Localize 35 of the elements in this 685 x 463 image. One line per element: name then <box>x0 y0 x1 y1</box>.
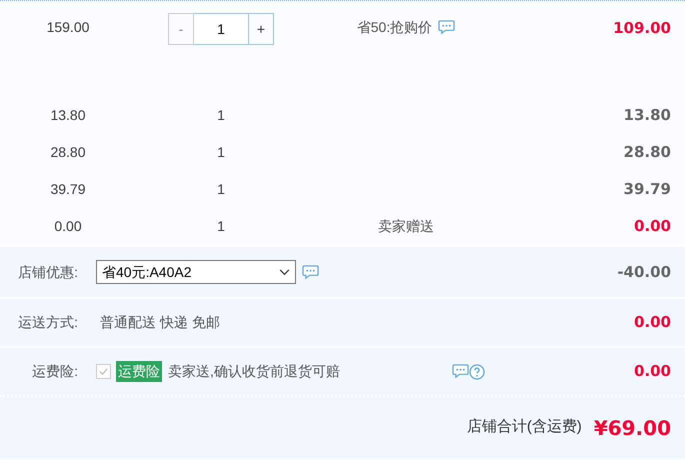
item-total: 0.00 <box>634 217 671 236</box>
quantity: 1 <box>217 180 225 199</box>
field-label: 店铺优惠: <box>18 264 78 280</box>
comment-icon <box>302 264 319 280</box>
coupon-select[interactable]: 省40元:A40A2 <box>96 260 296 284</box>
help-icon <box>469 364 485 380</box>
caret-icon <box>279 268 290 276</box>
amount: -40.00 <box>617 262 671 281</box>
quantity: 1 <box>217 106 225 125</box>
item-total: 28.80 <box>624 143 671 162</box>
insurance-note: 卖家送,确认收货前退货可赔 <box>168 362 341 381</box>
amount: 0.00 <box>634 313 671 332</box>
unit-price: 159.00 <box>46 19 90 35</box>
comment-icon <box>452 364 469 379</box>
total-amount: ¥69.00 <box>594 414 671 442</box>
item-total: 109.00 <box>613 19 671 37</box>
unit-price: 39.79 <box>50 181 86 197</box>
unit-price: 28.80 <box>50 144 86 160</box>
unit-price: 13.80 <box>50 107 86 123</box>
quantity: 1 <box>217 143 225 162</box>
checkmark-icon <box>98 366 109 377</box>
total-label: 店铺合计(含运费) <box>466 417 582 438</box>
quantity: 1 <box>217 217 225 236</box>
field-label: 运费险: <box>32 363 78 379</box>
insurance-badge: 运费险 <box>116 361 162 382</box>
item-total: 13.80 <box>624 106 671 124</box>
promo-label: 卖家赠送 <box>378 217 434 236</box>
amount: 0.00 <box>634 362 671 380</box>
promo-label: 省50:抢购价 <box>356 18 432 37</box>
item-total: 39.79 <box>624 180 671 198</box>
quantity-field[interactable]: 1 <box>194 13 248 45</box>
unit-price: 0.00 <box>54 218 82 234</box>
shipping-method: 普通配送 快递 免邮 <box>100 313 220 332</box>
increase-button[interactable]: + <box>248 13 274 45</box>
field-label: 运送方式: <box>18 314 78 330</box>
